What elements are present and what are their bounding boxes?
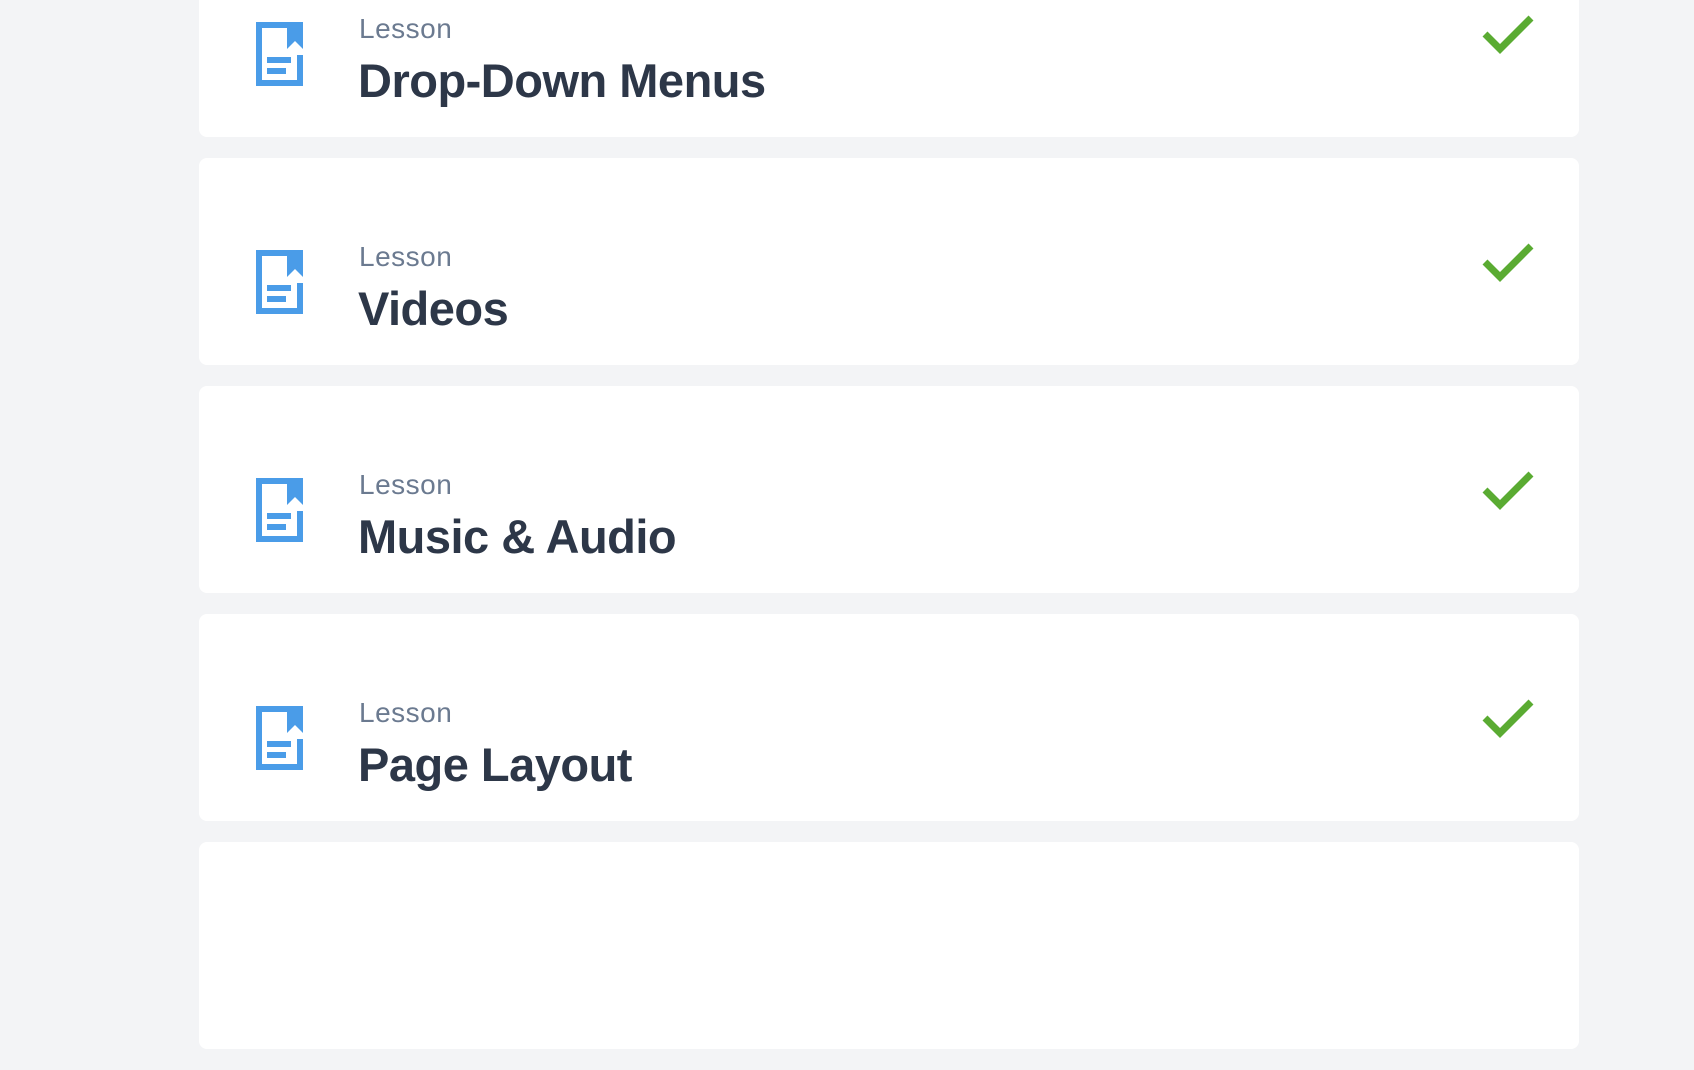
lesson-title: Page Layout xyxy=(358,738,632,791)
lesson-card[interactable]: Lesson Page Layout xyxy=(199,614,1579,821)
lesson-card-partial[interactable] xyxy=(199,842,1579,1049)
lesson-title: Drop-Down Menus xyxy=(358,54,766,107)
lesson-card[interactable]: Lesson Videos xyxy=(199,158,1579,365)
checkmark-icon xyxy=(1482,469,1534,511)
checkmark-icon xyxy=(1482,13,1534,55)
lesson-card[interactable]: Lesson Music & Audio xyxy=(199,386,1579,593)
document-bookmark-icon xyxy=(255,477,304,543)
document-bookmark-icon xyxy=(255,21,304,87)
lesson-card[interactable]: Lesson Drop-Down Menus xyxy=(199,0,1579,137)
lesson-type-label: Lesson xyxy=(359,13,453,44)
document-bookmark-icon xyxy=(255,249,304,315)
checkmark-icon xyxy=(1482,697,1534,739)
lesson-type-label: Lesson xyxy=(359,697,453,728)
lesson-type-label: Lesson xyxy=(359,241,453,272)
lesson-list: Lesson Drop-Down Menus Lesson Videos Les… xyxy=(199,0,1579,1070)
lesson-type-label: Lesson xyxy=(359,469,453,500)
document-bookmark-icon xyxy=(255,705,304,771)
checkmark-icon xyxy=(1482,241,1534,283)
lesson-title: Videos xyxy=(358,282,509,335)
lesson-title: Music & Audio xyxy=(358,510,677,563)
